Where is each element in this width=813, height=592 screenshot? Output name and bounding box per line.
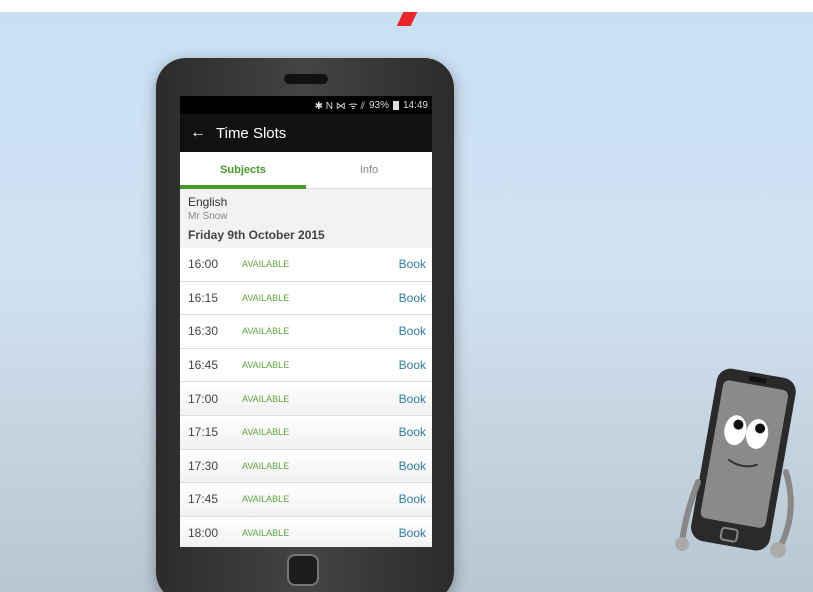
home-button[interactable] (287, 554, 319, 586)
book-button[interactable]: Book (399, 492, 426, 506)
book-button[interactable]: Book (399, 392, 426, 406)
slot-row: 17:00 AVAILABLE Book (180, 382, 432, 416)
book-button[interactable]: Book (399, 425, 426, 439)
book-button[interactable]: Book (399, 358, 426, 372)
slot-row: 17:30 AVAILABLE Book (180, 449, 432, 484)
phone-screen: ✱ N ⋈ ᯤ ⫽ 93% 14:49 ← Time Slots Subject… (180, 96, 432, 547)
status-bar: ✱ N ⋈ ᯤ ⫽ 93% 14:49 (180, 96, 432, 114)
page-title: Time Slots (216, 124, 287, 142)
slot-status: AVAILABLE (242, 292, 290, 303)
slot-row: 16:45 AVAILABLE Book (180, 348, 432, 383)
slot-time: 16:30 (188, 324, 219, 339)
slot-status: AVAILABLE (242, 427, 290, 438)
teacher-name: Mr Snow (188, 211, 228, 222)
slot-time: 18:00 (188, 526, 219, 541)
red-arrow-mark (396, 12, 418, 26)
tab-info[interactable]: Info (306, 152, 432, 188)
slot-status: AVAILABLE (242, 494, 290, 505)
book-button[interactable]: Book (399, 291, 426, 305)
slot-row: 17:15 AVAILABLE Book (180, 415, 432, 450)
book-button[interactable]: Book (399, 459, 426, 473)
slot-row: 18:00 AVAILABLE Book (180, 516, 432, 547)
back-arrow-icon[interactable]: ← (190, 124, 206, 142)
phone-speaker (284, 74, 328, 84)
phone-device: ✱ N ⋈ ᯤ ⫽ 93% 14:49 ← Time Slots Subject… (156, 58, 454, 592)
slot-time: 17:15 (188, 425, 219, 440)
slot-status: AVAILABLE (242, 528, 290, 539)
tab-subjects[interactable]: Subjects (180, 152, 306, 189)
book-button[interactable]: Book (399, 324, 426, 338)
booking-header: English Mr Snow Friday 9th October 2015 (180, 189, 432, 248)
slot-row: 17:45 AVAILABLE Book (180, 483, 432, 517)
battery-level: 93% (368, 99, 389, 111)
slot-time: 17:45 (188, 492, 219, 507)
battery-icon (392, 100, 399, 110)
slot-status: AVAILABLE (242, 259, 290, 270)
tab-bar: Subjects Info (180, 152, 432, 189)
slot-status: AVAILABLE (242, 360, 290, 371)
book-button[interactable]: Book (399, 257, 426, 271)
slot-time: 16:00 (188, 257, 219, 272)
slot-time: 17:30 (188, 458, 219, 473)
slot-row: 16:30 AVAILABLE Book (180, 315, 432, 349)
slot-row: 16:15 AVAILABLE Book (180, 281, 432, 316)
slot-row: 16:00 AVAILABLE Book (180, 248, 432, 282)
slot-status: AVAILABLE (242, 326, 290, 337)
book-button[interactable]: Book (399, 526, 426, 540)
slot-time: 16:45 (188, 358, 219, 373)
booking-date: Friday 9th October 2015 (188, 228, 325, 242)
subject-name: English (188, 195, 228, 209)
status-icons: ✱ N ⋈ ᯤ ⫽ (314, 101, 365, 112)
slot-time: 16:15 (188, 290, 219, 305)
slot-status: AVAILABLE (242, 460, 290, 471)
phone-mascot-illustration (675, 368, 796, 558)
slot-status: AVAILABLE (242, 393, 290, 404)
clock-text: 14:49 (402, 99, 428, 111)
background-scene: ✱ N ⋈ ᯤ ⫽ 93% 14:49 ← Time Slots Subject… (0, 12, 813, 592)
slot-list: 16:00 AVAILABLE Book 16:15 AVAILABLE Book 16… (180, 248, 432, 547)
app-bar: ← Time Slots (180, 114, 432, 152)
slot-time: 17:00 (188, 391, 219, 406)
